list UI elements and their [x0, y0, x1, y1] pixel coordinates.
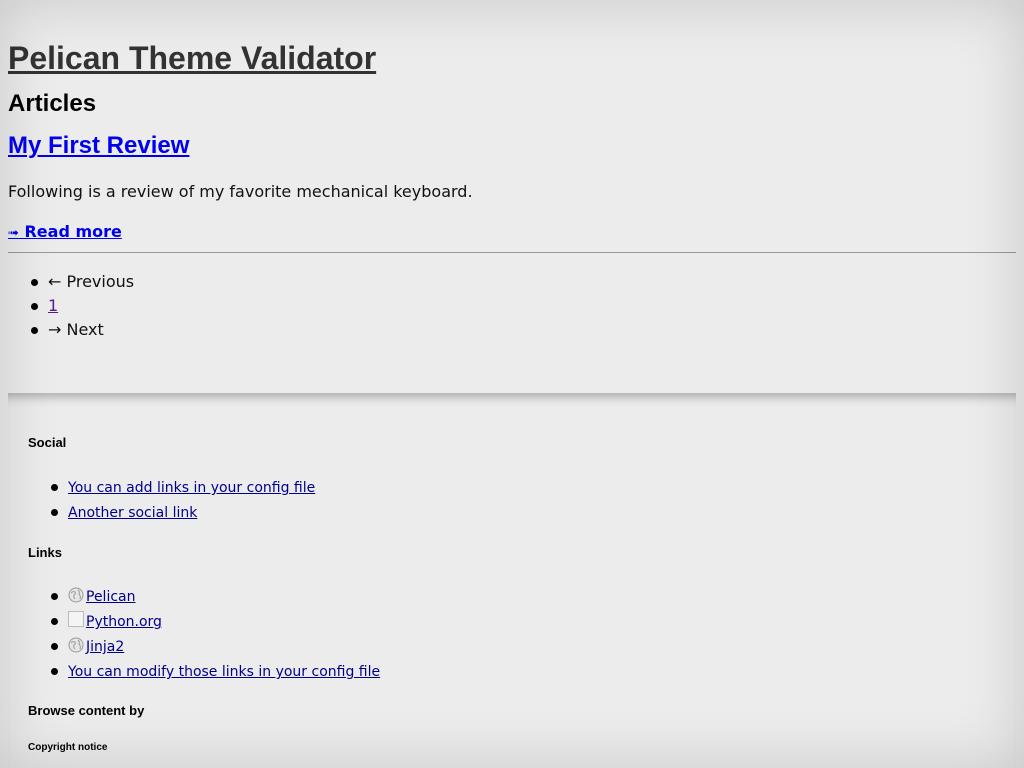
divider [8, 252, 1016, 253]
list-item: Pelican [28, 584, 380, 609]
link-python-org[interactable]: Python.org [68, 611, 162, 630]
site-title-link[interactable]: Pelican Theme Validator [8, 38, 376, 78]
social-link-config[interactable]: You can add links in your config file [68, 480, 315, 496]
link-label: Python.org [86, 614, 162, 630]
globe-icon [68, 637, 84, 653]
list-item: You can add links in your config file [28, 475, 315, 500]
link-pelican[interactable]: Pelican [68, 587, 136, 605]
pagination-previous: ← Previous [8, 270, 134, 294]
pagination: ← Previous 1 → Next [8, 270, 134, 342]
list-item: You can modify those links in your confi… [28, 659, 380, 684]
list-item: Jinja2 [28, 634, 380, 659]
link-jinja2[interactable]: Jinja2 [68, 637, 125, 655]
arrow-right-icon: ➟ [8, 226, 19, 241]
links-list: Pelican Python.org Jinja2 You can modify… [28, 584, 380, 684]
copyright-notice: Copyright notice [28, 742, 108, 753]
globe-icon [68, 587, 84, 603]
links-widget-title: Links [28, 545, 62, 560]
link-label: Pelican [86, 589, 136, 605]
section-heading: Articles [8, 90, 97, 117]
social-widget-title: Social [28, 435, 67, 450]
pagination-item: 1 [8, 294, 134, 318]
read-more-label: Read more [24, 222, 122, 241]
read-more-link[interactable]: ➟ Read more [8, 221, 122, 245]
article-title-link[interactable]: My First Review [8, 131, 189, 161]
social-links-list: You can add links in your config file An… [28, 475, 315, 525]
broken-image-icon [68, 611, 84, 627]
list-item: Python.org [28, 609, 380, 634]
link-modify-config[interactable]: You can modify those links in your confi… [68, 664, 380, 680]
pagination-next: → Next [8, 318, 134, 342]
article-summary: Following is a review of my favorite mec… [8, 182, 473, 201]
link-label: Jinja2 [86, 639, 125, 655]
page-link-1[interactable]: 1 [48, 296, 58, 315]
social-link-another[interactable]: Another social link [68, 505, 197, 521]
browse-widget-title: Browse content by [28, 703, 145, 718]
footer: Social You can add links in your config … [8, 393, 1016, 768]
list-item: Another social link [28, 500, 315, 525]
